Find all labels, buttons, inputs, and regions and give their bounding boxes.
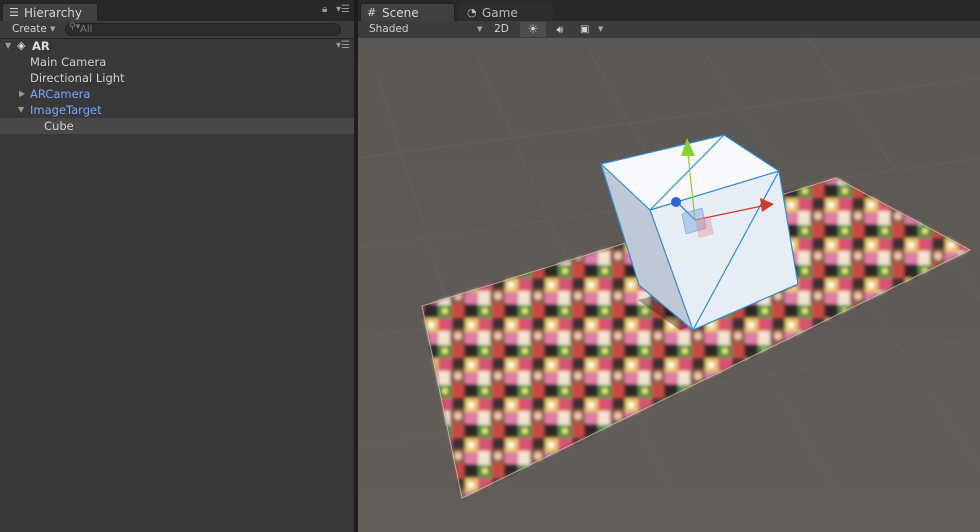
hierarchy-toolbar: Create ▼ ⚲▾ — [0, 21, 354, 39]
hierarchy-item-directional-light[interactable]: Directional Light — [0, 70, 354, 86]
list-icon: ☰ — [9, 6, 19, 19]
scene-canvas[interactable] — [358, 38, 980, 532]
hierarchy-item-main-camera[interactable]: Main Camera — [0, 54, 354, 70]
tab-scene[interactable]: # Scene — [360, 3, 455, 21]
scene-viewport[interactable] — [358, 38, 980, 532]
mode-2d-label: 2D — [494, 23, 509, 35]
speaker-icon: 🔊︎ — [556, 23, 564, 36]
tab-hierarchy[interactable]: ☰ Hierarchy — [2, 3, 98, 21]
hierarchy-item-arcamera[interactable]: ▶ ARCamera — [0, 86, 354, 102]
shading-mode-label: Shaded — [369, 23, 409, 35]
hierarchy-tab-bar: ☰ Hierarchy 🔒︎ ▾☰ — [0, 0, 354, 21]
grid-icon: # — [367, 6, 377, 19]
scene-name: AR — [32, 39, 50, 53]
scene-tab-bar: # Scene ◔ Game — [358, 0, 980, 21]
pacman-icon: ◔ — [467, 6, 477, 19]
create-dropdown[interactable]: Create ▼ — [4, 22, 59, 37]
item-label: Main Camera — [30, 55, 107, 69]
image-icon: ▣ — [580, 24, 590, 35]
hierarchy-item-cube[interactable]: Cube — [0, 118, 354, 134]
unity-scene-icon: ◈ — [17, 39, 26, 52]
chevron-down-icon: ▼ — [50, 25, 56, 33]
collapse-arrow-icon[interactable]: ▼ — [18, 102, 24, 118]
lighting-toggle[interactable]: ☀ — [520, 22, 546, 37]
item-label: Cube — [44, 119, 74, 133]
scene-panel: # Scene ◔ Game Shaded ▼ 2D ☀ 🔊︎ ▣ ▼ — [358, 0, 980, 532]
tab-game-label: Game — [482, 6, 518, 20]
panel-menu-icon[interactable]: ▾☰ — [336, 4, 350, 15]
expand-arrow-icon[interactable]: ▶ — [19, 86, 25, 102]
chevron-down-icon: ▼ — [598, 25, 604, 33]
hierarchy-panel: ☰ Hierarchy 🔒︎ ▾☰ Create ▼ ⚲▾ ▼ ◈ AR ▾☰ … — [0, 0, 354, 532]
effects-dropdown[interactable]: ▣ ▼ — [577, 22, 609, 37]
search-input[interactable] — [80, 23, 330, 36]
tab-game[interactable]: ◔ Game — [458, 3, 553, 21]
create-dropdown-label: Create — [12, 23, 47, 35]
tab-scene-label: Scene — [382, 6, 419, 20]
hierarchy-item-imagetarget[interactable]: ▼ ImageTarget — [0, 102, 354, 118]
collapse-arrow-icon[interactable]: ▼ — [5, 38, 11, 54]
sun-icon: ☀ — [527, 22, 539, 36]
hierarchy-search[interactable]: ⚲▾ — [65, 22, 341, 36]
scene-menu-icon[interactable]: ▾☰ — [336, 38, 350, 54]
gizmo-z-arrow[interactable] — [671, 197, 681, 207]
item-label: ImageTarget — [30, 103, 102, 117]
audio-toggle[interactable]: 🔊︎ — [548, 22, 572, 37]
scene-toolbar: Shaded ▼ 2D ☀ 🔊︎ ▣ ▼ — [358, 21, 980, 39]
mode-2d-toggle[interactable]: 2D — [489, 22, 514, 37]
shading-mode-dropdown[interactable]: Shaded ▼ — [361, 22, 486, 37]
item-label: ARCamera — [30, 87, 91, 101]
tab-hierarchy-label: Hierarchy — [24, 6, 83, 20]
lock-icon[interactable]: 🔒︎ — [322, 4, 327, 15]
item-label: Directional Light — [30, 71, 125, 85]
hierarchy-tree: ▼ ◈ AR ▾☰ Main Camera Directional Light … — [0, 38, 354, 134]
scene-root-row[interactable]: ▼ ◈ AR ▾☰ — [0, 38, 354, 54]
search-icon: ⚲▾ — [69, 22, 81, 32]
chevron-down-icon: ▼ — [477, 25, 483, 33]
